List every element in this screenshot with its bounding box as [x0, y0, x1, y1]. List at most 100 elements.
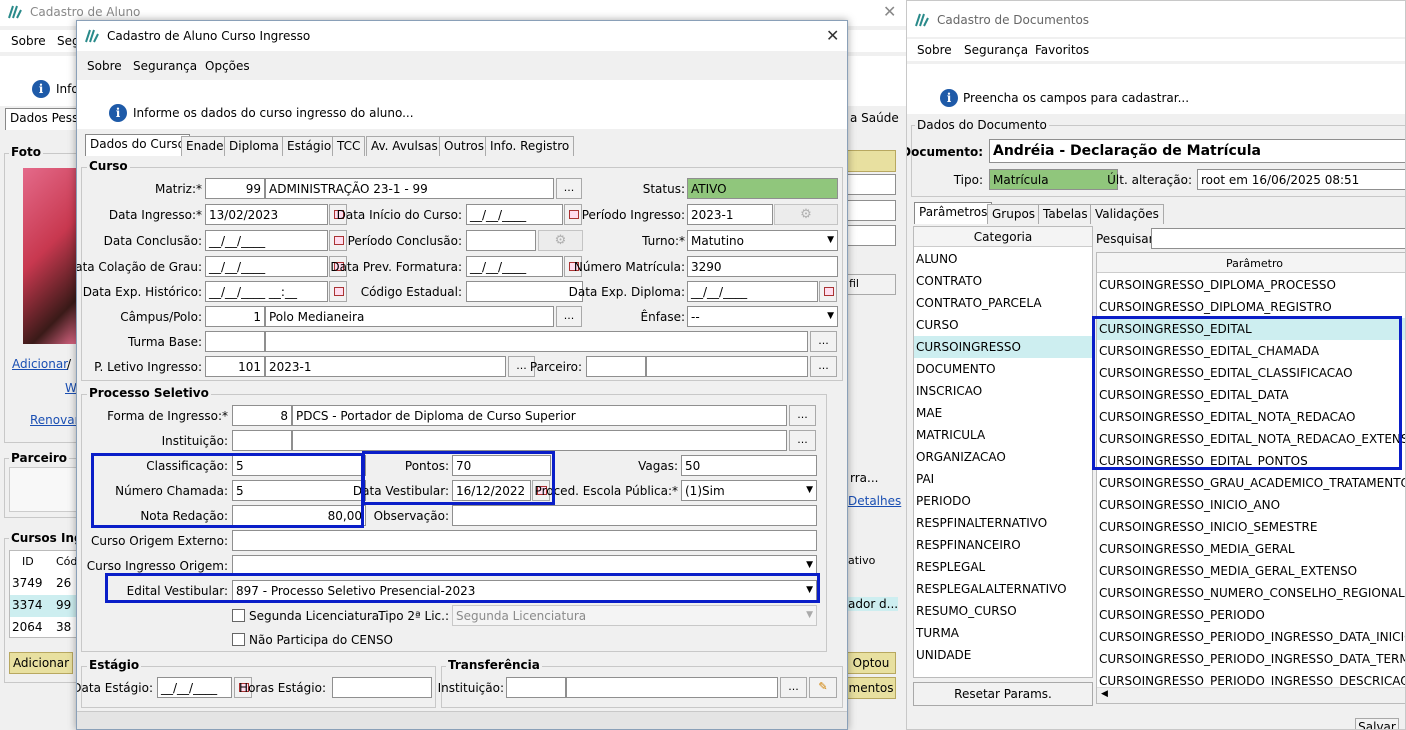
tab-enade[interactable]: Enade [181, 136, 229, 156]
categoria-list-item[interactable]: RESPFINALTERNATIVO [914, 512, 1092, 534]
table-row[interactable]: 3749 26 [10, 573, 79, 595]
tab-tabelas[interactable]: Tabelas [1038, 204, 1093, 224]
nao-participa-censo-checkbox[interactable] [232, 633, 245, 646]
parametro-list-item[interactable]: CURSOINGRESSO_MEDIA_GERAL [1097, 538, 1405, 560]
categoria-list-item[interactable]: DOCUMENTO [914, 358, 1092, 380]
back-menu-sobre[interactable]: Sobre [11, 34, 46, 48]
back-documentos-button[interactable]: mentos [846, 677, 896, 699]
tab-estagio[interactable]: Estágio [282, 136, 337, 156]
forma-name-field[interactable]: PDCS - Portador de Diploma de Curso Supe… [292, 405, 787, 426]
table-row[interactable]: 2064 38 [10, 617, 79, 639]
parametro-list-item[interactable]: CURSOINGRESSO_DIPLOMA_PROCESSO [1097, 274, 1405, 296]
dialog-close-icon[interactable]: ✕ [826, 28, 839, 44]
data-conclusao-field[interactable]: __/__/____ [205, 230, 328, 251]
pesquisar-input[interactable] [1151, 228, 1405, 249]
parametro-list-item[interactable]: CURSOINGRESSO_PERIODO_INGRESSO_DATA_TERM… [1097, 648, 1405, 670]
categoria-list-item[interactable]: RESUMO_CURSO [914, 600, 1092, 622]
categoria-list-item[interactable]: RESPLEGAL [914, 556, 1092, 578]
dialog-menu-opcoes[interactable]: Opções [205, 59, 250, 73]
resetar-params-button[interactable]: Resetar Params. [913, 682, 1093, 706]
transferencia-code-field[interactable] [506, 677, 566, 698]
turma-base-name-field[interactable] [265, 331, 808, 352]
forma-code-field[interactable]: 8 [232, 405, 292, 426]
categoria-list-item[interactable]: CONTRATO [914, 270, 1092, 292]
campus-code-field[interactable]: 1 [205, 306, 265, 327]
segunda-licenciatura-checkbox[interactable] [232, 609, 245, 622]
back-adicionar-button[interactable]: Adicionar [9, 652, 73, 674]
periodo-ingresso-field[interactable]: 2023-1 [687, 204, 773, 225]
tab-info-registro[interactable]: Info. Registro [485, 136, 575, 156]
salvar-button[interactable]: Salvar [1355, 718, 1399, 729]
categoria-list-item[interactable]: MAE [914, 402, 1092, 424]
matriz-lookup-button[interactable]: ... [556, 178, 582, 199]
horas-estagio-field[interactable] [332, 677, 432, 698]
categoria-list-item[interactable]: RESPLEGALALTERNATIVO [914, 578, 1092, 600]
categoria-list-item[interactable]: RESPFINANCEIRO [914, 534, 1092, 556]
transferencia-lookup-button[interactable]: ... [780, 677, 807, 698]
proced-select[interactable]: (1)Sim ▼ [681, 480, 817, 501]
back-optou-button[interactable]: Optou [846, 652, 896, 674]
exp-historico-field[interactable]: __/__/____ __:__ [205, 281, 328, 302]
parametro-list-item[interactable]: CURSOINGRESSO_INICIO_ANO [1097, 494, 1405, 516]
docs-menu-sobre[interactable]: Sobre [917, 43, 952, 57]
exp-diploma-field[interactable]: __/__/____ [687, 281, 818, 302]
tab-grupos[interactable]: Grupos [987, 204, 1041, 224]
back-tab-saude[interactable]: a Saúde [846, 109, 903, 129]
data-inicio-field[interactable]: __/__/____ [466, 204, 563, 225]
turma-base-code-field[interactable] [205, 331, 265, 352]
matriz-code-field[interactable]: 99 [205, 178, 265, 199]
back-detalhes-link[interactable]: Detalhes [848, 494, 901, 508]
data-ingresso-field[interactable]: 13/02/2023 [205, 204, 328, 225]
campus-name-field[interactable]: Polo Medianeira [265, 306, 554, 327]
scroll-left-icon[interactable]: ◀ [1101, 689, 1108, 699]
prev-formatura-field[interactable]: __/__/____ [466, 256, 563, 277]
tipo-2a-lic-select[interactable]: Segunda Licenciatura ▼ [452, 605, 817, 626]
observacao-field[interactable] [452, 505, 817, 526]
tab-dados-do-curso[interactable]: Dados do Curso [85, 134, 190, 156]
categoria-list-item[interactable]: ALUNO [914, 248, 1092, 270]
tab-diploma[interactable]: Diploma [224, 136, 284, 156]
edit-pencil-icon[interactable]: ✎ [809, 677, 837, 698]
tab-parametros[interactable]: Parâmetros [914, 202, 993, 224]
campus-lookup-button[interactable]: ... [556, 306, 582, 327]
categoria-list-item[interactable]: PAI [914, 468, 1092, 490]
tab-av-avulsas[interactable]: Av. Avulsas [366, 136, 443, 156]
calendar-icon[interactable] [329, 281, 347, 302]
tab-outros[interactable]: Outros [439, 136, 490, 156]
back-tab-dados[interactable]: Dados Pess [5, 108, 84, 130]
parceiro-name-field[interactable] [646, 356, 808, 377]
back-right-field-3[interactable] [846, 225, 896, 246]
back-right-field[interactable] [846, 174, 896, 195]
categoria-list-item[interactable]: INSCRICAO [914, 380, 1092, 402]
calendar-icon[interactable] [564, 204, 582, 225]
periodo-conclusao-field[interactable] [466, 230, 536, 251]
tab-tcc[interactable]: TCC [332, 136, 366, 156]
parametro-list-item[interactable]: CURSOINGRESSO_PERIODO [1097, 604, 1405, 626]
instituicao-code-field[interactable] [232, 430, 292, 451]
turno-select[interactable]: Matutino ▼ [687, 230, 838, 251]
p-letivo-code-field[interactable]: 101 [205, 356, 265, 377]
back-adicionar-link[interactable]: Adicionar [12, 357, 68, 371]
num-matricula-field[interactable]: 3290 [687, 256, 838, 277]
back-fil-button[interactable]: fil [846, 274, 896, 295]
colacao-field[interactable]: __/__/____ [205, 256, 328, 277]
categoria-list-item[interactable]: ORGANIZACAO [914, 446, 1092, 468]
back-renovar-link[interactable]: Renovar [30, 413, 80, 427]
instituicao-lookup-button[interactable]: ... [789, 430, 816, 451]
calendar-icon[interactable] [819, 281, 837, 302]
calendar-icon[interactable] [329, 230, 347, 251]
parametro-list-item[interactable]: CURSOINGRESSO_PERIODO_INGRESSO_DATA_INIC… [1097, 626, 1405, 648]
back-right-yellow-button[interactable] [846, 150, 896, 172]
tab-validacoes[interactable]: Validações [1090, 204, 1164, 224]
enfase-select[interactable]: -- ▼ [687, 306, 838, 327]
docs-menu-seguranca[interactable]: Segurança [964, 43, 1028, 57]
back-close-icon[interactable]: ✕ [883, 4, 896, 20]
categoria-list-item[interactable]: CONTRATO_PARCELA [914, 292, 1092, 314]
dialog-menu-sobre[interactable]: Sobre [87, 59, 122, 73]
parametro-list-item[interactable]: CURSOINGRESSO_MEDIA_GERAL_EXTENSO [1097, 560, 1405, 582]
turma-base-lookup-button[interactable]: ... [810, 331, 837, 352]
parametro-list-item[interactable]: CURSOINGRESSO_INICIO_SEMESTRE [1097, 516, 1405, 538]
instituicao-name-field[interactable] [292, 430, 787, 451]
codigo-estadual-field[interactable] [466, 281, 583, 302]
dialog-menu-seguranca[interactable]: Segurança [133, 59, 197, 73]
